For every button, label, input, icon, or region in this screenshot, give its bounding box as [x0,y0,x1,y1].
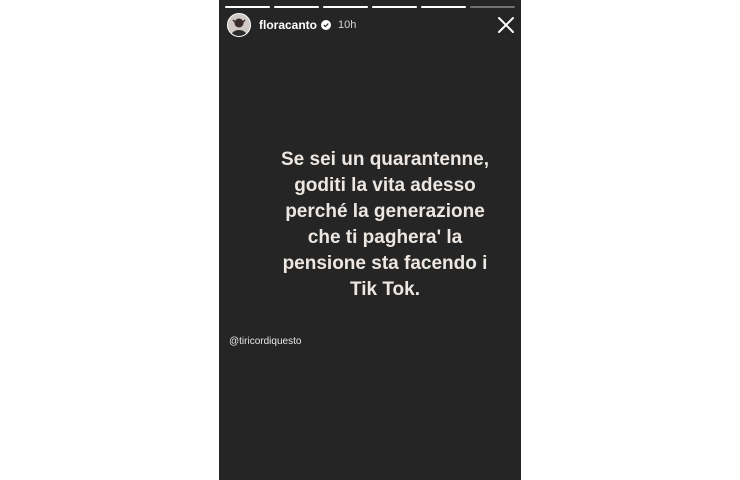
story-progress-segment [323,6,368,8]
verified-badge-icon [321,20,332,30]
story-progress-segment [274,6,319,8]
close-icon[interactable] [497,16,515,34]
story-progress-fill [372,6,417,8]
story-progress-fill [421,6,466,8]
avatar-image [228,14,250,36]
story-progress-fill [323,6,368,8]
post-time: 10h [338,19,357,31]
username[interactable]: floracanto [259,18,317,32]
avatar[interactable] [227,13,251,37]
story-progress-segment [225,6,270,8]
story-text: Se sei un quarantenne, goditi la vita ad… [281,149,489,300]
story-progress-fill [274,6,319,8]
story-progress-segment [372,6,417,8]
story-header: floracanto 10h [227,12,515,38]
story-progress-bars [225,6,515,8]
story-progress-fill [225,6,270,8]
story-progress-segment [421,6,466,8]
mention-tag[interactable]: @tiricordiquesto [229,336,301,347]
story-progress-segment [470,6,515,8]
story-viewer[interactable]: floracanto 10h Se sei un quarantenne, go… [219,0,521,480]
